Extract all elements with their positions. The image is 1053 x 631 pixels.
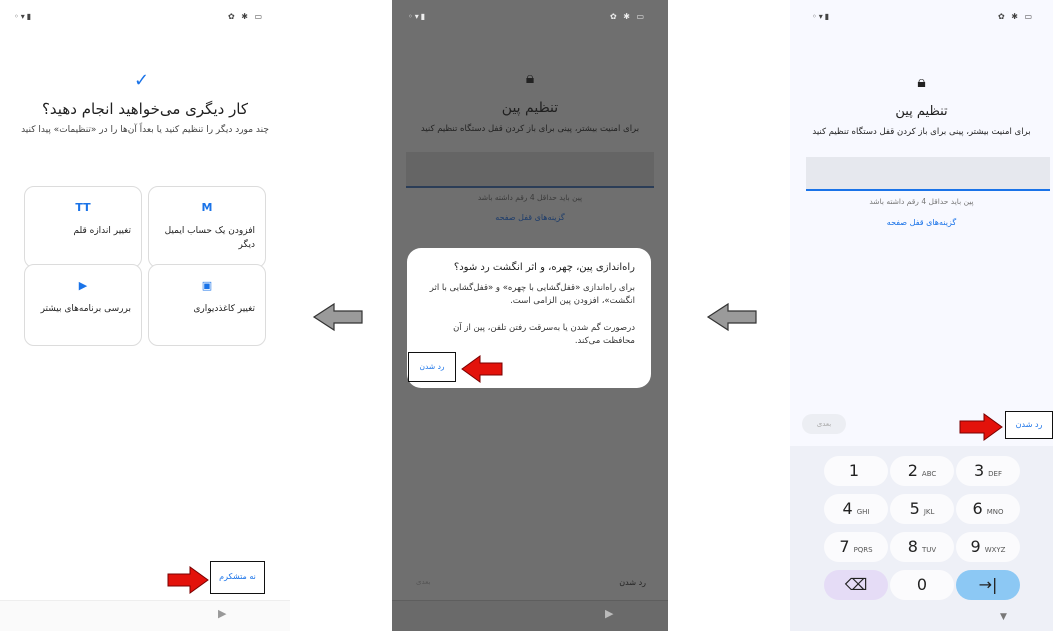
screen-anything-else: ▮▾◦ ▭ ✱ ✿ ✓ کار دیگری می‌خواهید انجام ده…: [0, 0, 290, 631]
card-change-wallpaper[interactable]: ▣ تغییر کاغذدیواری: [148, 264, 266, 346]
key-8[interactable]: 8 TUV: [890, 532, 954, 562]
status-bar-right-icons: ▭ ✱ ✿: [998, 12, 1035, 21]
numeric-keypad: 1 2 ABC 3 DEF 4 GHI 5 JKL 6 MNO 7 PQRS 8 TUV 9W…: [790, 446, 1053, 631]
skip-button[interactable]: رد شدن: [619, 578, 646, 587]
gmail-icon: M: [201, 201, 213, 214]
wallpaper-icon: ▣: [201, 279, 213, 292]
dialog-title: راه‌اندازی پین، چهره، و اثر انگشت رد شود…: [453, 262, 635, 273]
card-label: بررسی برنامه‌های بیشتر: [40, 304, 131, 314]
key-0[interactable]: 0: [890, 570, 954, 600]
next-button[interactable]: بعدی: [416, 578, 430, 586]
card-label: تغییر کاغذدیواری: [193, 304, 255, 314]
status-bar-right-icons: ▭ ✱ ✿: [228, 12, 265, 21]
pin-hint: پین باید حداقل 4 رقم داشته باشد: [477, 193, 583, 202]
card-label: تغییر اندازه قلم: [73, 226, 131, 236]
status-bar-left-icons: ▮▾◦: [812, 12, 832, 21]
next-button[interactable]: بعدی: [802, 414, 846, 434]
key-6[interactable]: 6 MNO: [956, 494, 1020, 524]
dialog-skip-label: رد شدن: [419, 362, 445, 371]
font-size-icon: TT: [75, 201, 91, 214]
dialog-skip-button[interactable]: رد شدن: [408, 352, 456, 382]
key-2[interactable]: 2 ABC: [890, 456, 954, 486]
screen-lock-options-link[interactable]: گزینه‌های قفل صفحه: [392, 213, 668, 222]
no-thanks-label: نه متشکرم: [219, 572, 256, 581]
gray-arrow-icon: [312, 302, 363, 332]
key-7[interactable]: 7 PQRS: [824, 532, 888, 562]
navigation-bar: ▶: [0, 600, 290, 631]
nav-triangle-icon[interactable]: ▶: [605, 607, 613, 620]
status-bar-left-icons: ▮▾◦: [14, 12, 34, 21]
backspace-icon: ⌫: [844, 575, 868, 594]
key-5[interactable]: 5 JKL: [890, 494, 954, 524]
gray-arrow-icon: [706, 302, 757, 332]
nav-triangle-icon[interactable]: ▶: [218, 607, 226, 620]
page-subtitle: برای امنیت بیشتر، پینی برای باز کردن قفل…: [812, 127, 1031, 137]
key-4[interactable]: 4 GHI: [824, 494, 888, 524]
page-title: تنظیم پین: [501, 100, 559, 116]
lock-icon: 🔒︎: [525, 68, 535, 87]
lock-icon: 🔒︎: [917, 72, 926, 91]
card-label: افزودن یک حساب ایمیل دیگر: [164, 226, 255, 250]
enter-key[interactable]: →|: [956, 570, 1020, 600]
key-9[interactable]: 9 WXYZ: [956, 532, 1020, 562]
page-subtitle: برای امنیت بیشتر، پینی برای باز کردن قفل…: [420, 124, 640, 134]
screen-lock-options-link[interactable]: گزینه‌های قفل صفحه: [790, 218, 1053, 227]
page-title: تنظیم پین: [895, 104, 948, 119]
red-arrow-icon: [959, 413, 1003, 441]
check-icon: ✓: [134, 70, 150, 91]
enter-icon: →|: [978, 575, 998, 594]
card-change-font-size[interactable]: TT تغییر اندازه قلم: [24, 186, 142, 268]
navigation-bar: ▶: [392, 600, 668, 631]
red-arrow-icon: [461, 355, 503, 383]
key-3[interactable]: 3 DEF: [956, 456, 1020, 486]
nav-triangle-icon[interactable]: ▼: [1000, 612, 1007, 622]
card-review-more-apps[interactable]: ▶ بررسی برنامه‌های بیشتر: [24, 264, 142, 346]
red-arrow-icon: [167, 566, 209, 594]
screen-set-pin-dialog: ▮▾◦ ▭ ✱ ✿ 🔒︎ تنظیم پین برای امنیت بیشتر،…: [392, 0, 668, 631]
status-bar-right-icons: ▭ ✱ ✿: [610, 12, 647, 21]
pin-input[interactable]: [406, 152, 654, 188]
status-bar-left-icons: ▮▾◦: [408, 12, 428, 21]
pin-input[interactable]: [806, 157, 1050, 191]
play-store-icon: ▶: [78, 279, 88, 292]
page-subtitle: چند مورد دیگر را تنظیم کنید یا بعداً آن‌…: [21, 125, 269, 135]
key-1[interactable]: 1: [824, 456, 888, 486]
skip-button[interactable]: رد شدن: [1005, 411, 1053, 439]
card-add-email-account[interactable]: M افزودن یک حساب ایمیل دیگر: [148, 186, 266, 268]
screen-set-pin-keypad: ▮▾◦ ▭ ✱ ✿ 🔒︎ تنظیم پین برای امنیت بیشتر،…: [790, 0, 1053, 631]
no-thanks-button[interactable]: نه متشکرم: [210, 561, 265, 594]
dialog-body: برای راه‌اندازی «قفل‌گشایی با چهره» و «ق…: [429, 283, 635, 307]
dialog-body-2: درصورت گم شدن یا به‌سرقت رفتن تلفن، پین …: [453, 323, 635, 347]
backspace-key[interactable]: ⌫: [824, 570, 888, 600]
page-title: کار دیگری می‌خواهید انجام دهید؟: [41, 100, 249, 118]
pin-hint: پین باید حداقل 4 رقم داشته باشد: [869, 197, 974, 206]
